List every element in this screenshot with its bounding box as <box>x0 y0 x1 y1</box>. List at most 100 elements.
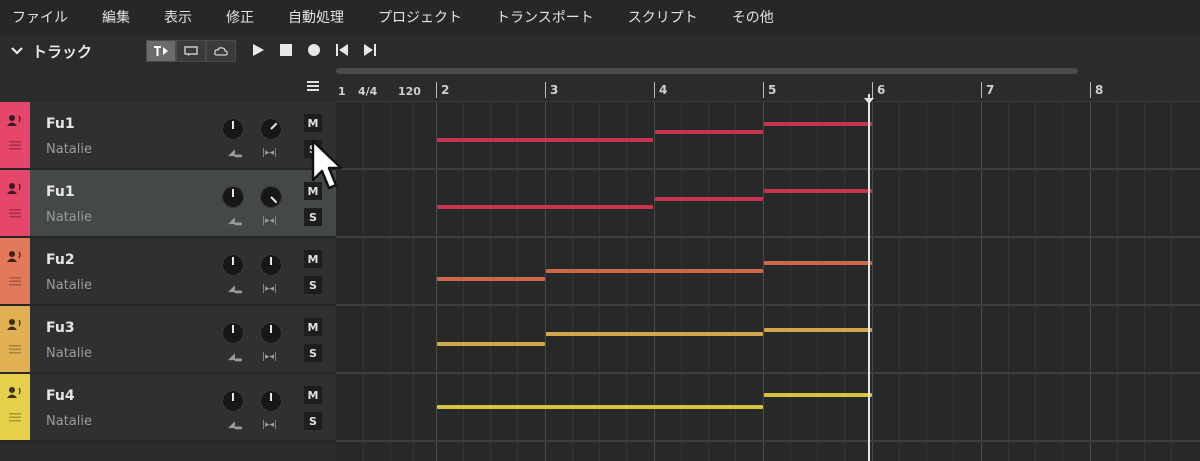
track-separator <box>336 440 1200 442</box>
measure-label: 6 <box>877 83 886 97</box>
measure-tick <box>545 82 546 98</box>
track-row[interactable]: Fu1 Natalie ◢▂ |▸◂| M S <box>0 102 336 170</box>
note-clip[interactable] <box>437 138 653 142</box>
menu-automation[interactable]: 自動処理 <box>288 7 344 27</box>
pan-knob[interactable] <box>260 322 282 344</box>
volume-knob[interactable] <box>222 254 244 276</box>
menu-edit[interactable]: 編集 <box>102 7 130 27</box>
beat-line <box>1035 102 1036 461</box>
mute-button[interactable]: M <box>304 114 322 132</box>
track-separator <box>336 304 1200 306</box>
solo-button[interactable]: S <box>304 344 322 362</box>
note-clip[interactable] <box>437 277 545 281</box>
note-clip[interactable] <box>655 130 763 134</box>
track-row[interactable]: Fu2 Natalie ◢▂ |▸◂| M S <box>0 238 336 306</box>
beat-line <box>1144 102 1145 461</box>
hamburger-menu-icon[interactable] <box>305 78 321 94</box>
beat-line <box>1062 102 1063 461</box>
track-singer[interactable]: Natalie <box>46 142 92 157</box>
time-signature[interactable]: 4/4 <box>358 85 377 98</box>
horizontal-scrollbar[interactable] <box>336 68 1078 74</box>
note-clip[interactable] <box>764 189 872 193</box>
singer-icon <box>7 319 21 330</box>
track-singer[interactable]: Natalie <box>46 278 92 293</box>
skip-start-icon[interactable] <box>334 42 350 58</box>
chevron-down-icon[interactable] <box>10 44 24 58</box>
pan-center-icon: |▸◂| <box>262 148 278 158</box>
volume-knob[interactable] <box>222 186 244 208</box>
note-clip[interactable] <box>437 205 653 209</box>
track-name[interactable]: Fu3 <box>46 320 75 336</box>
skip-end-icon[interactable] <box>362 42 378 58</box>
singer-icon <box>7 251 21 262</box>
stop-icon[interactable] <box>278 42 294 58</box>
beat-line <box>817 102 818 461</box>
track-singer[interactable]: Natalie <box>46 414 92 429</box>
menu-other[interactable]: その他 <box>732 7 774 27</box>
pan-knob[interactable] <box>260 254 282 276</box>
record-icon[interactable] <box>306 42 322 58</box>
tempo[interactable]: 120 <box>398 85 421 98</box>
track-name[interactable]: Fu1 <box>46 184 75 200</box>
note-clip[interactable] <box>437 342 545 346</box>
beat-line <box>926 102 927 461</box>
measure-tick <box>654 82 655 98</box>
menu-modify[interactable]: 修正 <box>226 7 254 27</box>
volume-knob[interactable] <box>222 118 244 140</box>
drag-handle-icon[interactable] <box>9 412 21 422</box>
mute-button[interactable]: M <box>304 250 322 268</box>
pan-knob[interactable] <box>260 390 282 412</box>
volume-knob[interactable] <box>222 390 244 412</box>
track-row[interactable]: Fu4 Natalie ◢▂ |▸◂| M S <box>0 374 336 442</box>
menu-view[interactable]: 表示 <box>164 7 192 27</box>
drag-handle-icon[interactable] <box>9 276 21 286</box>
play-icon[interactable] <box>250 42 266 58</box>
timeline-ruler[interactable]: 1 4/4 120 2 3 4 5 6 7 8 <box>336 80 1200 102</box>
note-clip[interactable] <box>764 122 872 126</box>
pan-center-icon: |▸◂| <box>262 420 278 430</box>
pan-knob[interactable] <box>260 118 282 140</box>
measure-label: 4 <box>659 83 668 97</box>
arrangement-grid[interactable] <box>336 102 1200 461</box>
mute-button[interactable]: M <box>304 386 322 404</box>
track-name[interactable]: Fu2 <box>46 252 75 268</box>
drag-handle-icon[interactable] <box>9 140 21 150</box>
track-singer[interactable]: Natalie <box>46 210 92 225</box>
menu-file[interactable]: ファイル <box>12 7 68 27</box>
track-singer[interactable]: Natalie <box>46 346 92 361</box>
loop-mode-icon[interactable] <box>176 40 206 62</box>
volume-knob[interactable] <box>222 322 244 344</box>
menu-project[interactable]: プロジェクト <box>378 7 462 27</box>
cloud-mode-icon[interactable] <box>206 40 236 62</box>
drag-handle-icon[interactable] <box>9 344 21 354</box>
solo-button[interactable]: S <box>304 276 322 294</box>
solo-button[interactable]: S <box>304 208 322 226</box>
note-clip[interactable] <box>764 261 872 265</box>
note-clip[interactable] <box>764 328 872 332</box>
track-name[interactable]: Fu1 <box>46 116 75 132</box>
beat-line <box>844 102 845 461</box>
note-clip[interactable] <box>764 393 872 397</box>
track-separator <box>336 236 1200 238</box>
note-clip[interactable] <box>437 405 763 409</box>
mute-button[interactable]: M <box>304 318 322 336</box>
menu-transport[interactable]: トランスポート <box>496 7 594 27</box>
note-clip[interactable] <box>546 269 763 273</box>
drag-handle-icon[interactable] <box>9 208 21 218</box>
beat-line <box>390 102 391 461</box>
track-row[interactable]: Fu3 Natalie ◢▂ |▸◂| M S <box>0 306 336 374</box>
volume-meter-icon: ◢▂ <box>228 352 242 362</box>
pan-knob[interactable] <box>260 186 282 208</box>
note-clip[interactable] <box>546 332 763 336</box>
pan-center-icon: |▸◂| <box>262 216 278 226</box>
note-mode-icon[interactable] <box>146 40 176 62</box>
track-row[interactable]: Fu1 Natalie ◢▂ |▸◂| M S <box>0 170 336 238</box>
playhead[interactable] <box>868 94 870 461</box>
track-name[interactable]: Fu4 <box>46 388 75 404</box>
transport-controls <box>250 42 378 58</box>
track-separator <box>336 168 1200 170</box>
solo-button[interactable]: S <box>304 412 322 430</box>
note-clip[interactable] <box>655 197 763 201</box>
measure-label: 5 <box>768 83 777 97</box>
menu-script[interactable]: スクリプト <box>628 7 698 27</box>
